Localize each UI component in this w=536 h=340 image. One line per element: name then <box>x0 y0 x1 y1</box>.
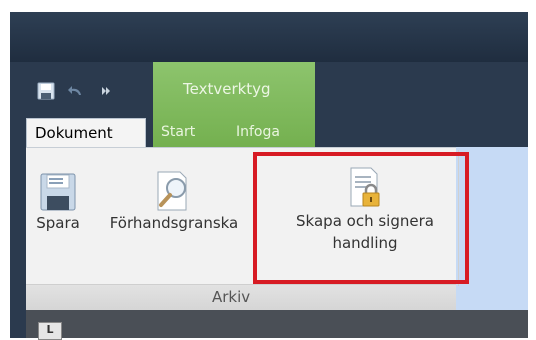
app-window: Textverktyg Dokument Start Infoga Spara … <box>0 0 536 340</box>
tab-dokument[interactable]: Dokument <box>26 118 146 148</box>
status-area <box>26 310 528 338</box>
save-icon[interactable] <box>36 81 56 101</box>
save-button[interactable]: Spara <box>30 162 86 234</box>
customize-icon[interactable] <box>96 81 116 101</box>
print-preview-icon <box>157 171 187 211</box>
title-bar <box>10 12 528 62</box>
contextual-group-title: Textverktyg <box>183 80 271 98</box>
quick-access-toolbar <box>30 76 160 106</box>
ribbon-group-label: Arkiv <box>212 288 251 306</box>
save-label: Spara <box>36 214 80 232</box>
print-preview-label: Förhandsgranska <box>109 214 239 232</box>
print-preview-button[interactable]: Förhandsgranska <box>90 162 258 234</box>
highlight-box <box>253 152 469 284</box>
small-button[interactable]: L <box>38 322 62 340</box>
save-icon <box>40 173 76 211</box>
undo-icon[interactable] <box>66 81 86 101</box>
tab-start[interactable]: Start <box>153 118 203 148</box>
tab-infoga[interactable]: Infoga <box>228 118 288 148</box>
